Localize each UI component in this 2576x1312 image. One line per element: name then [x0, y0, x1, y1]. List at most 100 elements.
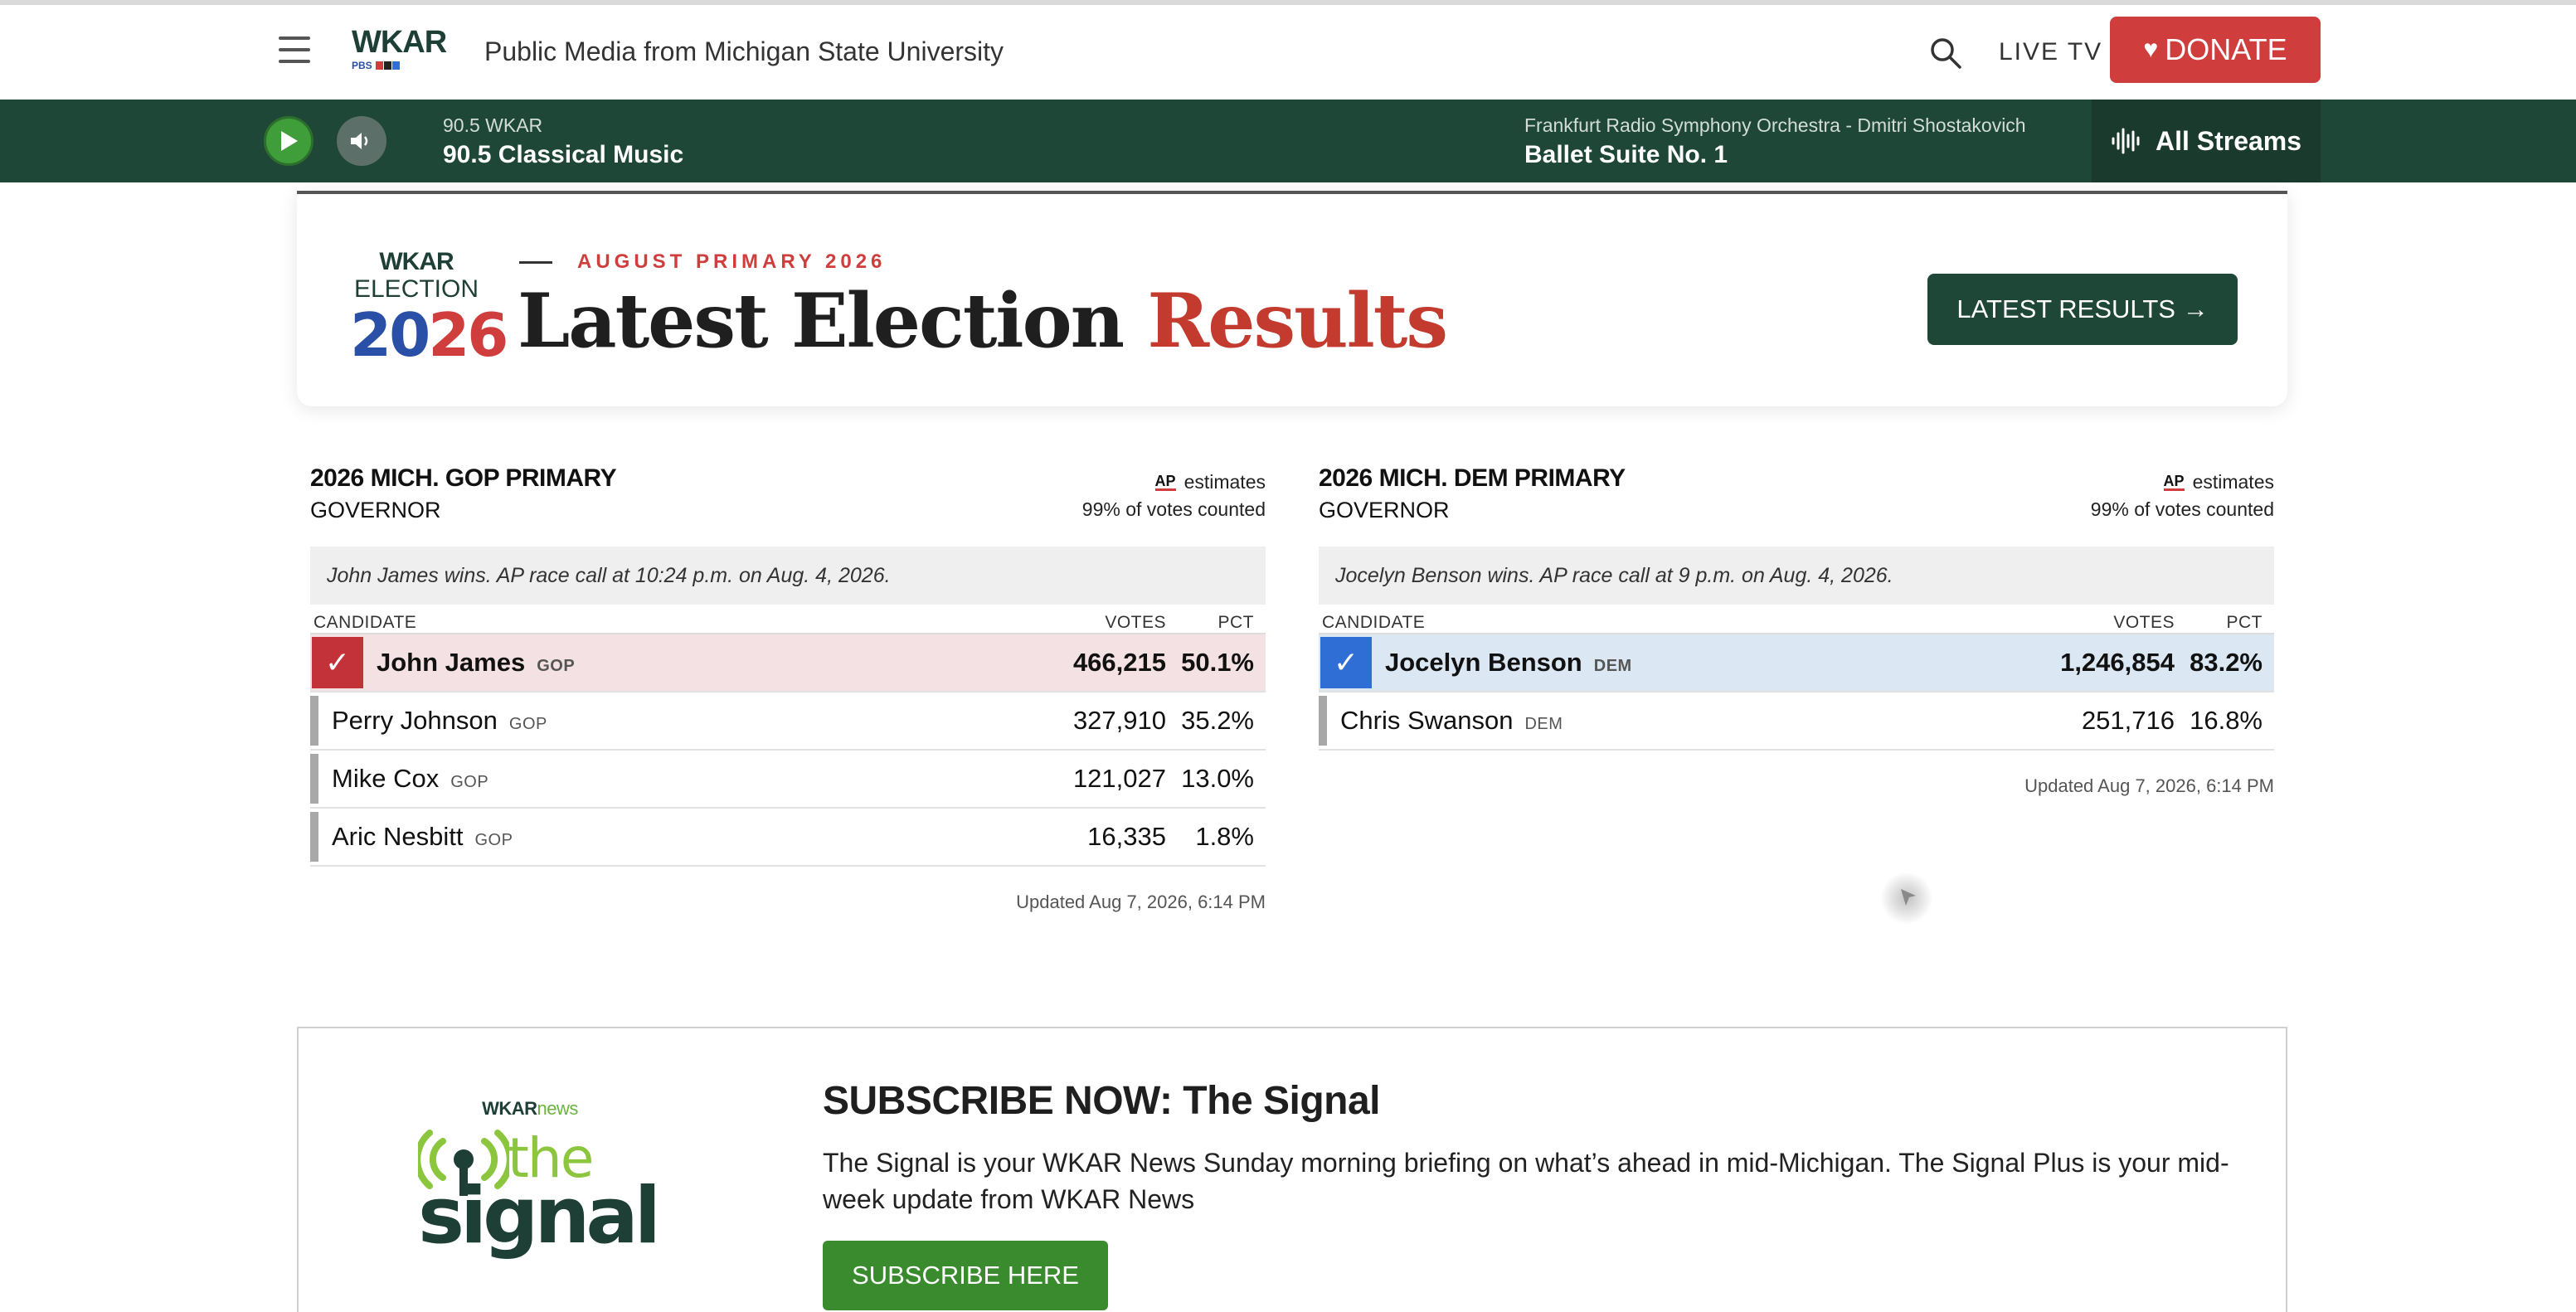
pbs-logo: PBS — [352, 60, 372, 71]
candidate-pct: 35.2% — [1181, 706, 1254, 735]
election-logo-election: ELECTION — [353, 275, 479, 303]
candidate-party: DEM — [1524, 715, 1563, 733]
donate-label: DONATE — [2165, 32, 2287, 66]
candidate-name: Mike Cox — [332, 764, 440, 793]
row-marker — [1319, 696, 1327, 746]
candidate-party: GOP — [450, 773, 489, 791]
donate-button[interactable]: ♥ DONATE — [2110, 17, 2321, 83]
logo-sub: PBS — [352, 60, 443, 71]
all-streams-label: All Streams — [2155, 125, 2302, 156]
ap-estimates-label: estimates — [2192, 471, 2274, 493]
audio-player-bar: 90.5 WKAR 90.5 Classical Music Frankfurt… — [0, 100, 2576, 182]
search-icon[interactable] — [1929, 36, 1962, 70]
candidate-votes: 1,246,854 — [2060, 648, 2175, 677]
site-tagline: Public Media from Michigan State Univers… — [484, 36, 1004, 66]
now-playing-artist: Frankfurt Radio Symphony Orchestra - Dmi… — [1524, 114, 2026, 136]
subscribe-description: The Signal is your WKAR News Sunday morn… — [823, 1148, 2229, 1214]
row-marker — [310, 696, 318, 746]
all-streams-button[interactable]: All Streams — [2092, 100, 2321, 182]
headline-accent: Results — [1147, 277, 1448, 365]
col-candidate: CANDIDATE — [313, 613, 417, 632]
subscribe-button[interactable]: SUBSCRIBE HERE — [823, 1241, 1108, 1310]
row-marker — [310, 754, 318, 804]
col-votes: VOTES — [1105, 613, 1166, 632]
table-row: ✓ John James GOP 466,215 50.1% — [310, 634, 1266, 692]
heart-icon: ♥ — [2143, 36, 2159, 63]
npr-logo-icon — [375, 61, 400, 70]
candidate-party: GOP — [474, 831, 513, 849]
election-logo-wkar: WKAR — [379, 248, 454, 275]
eyebrow-dash — [519, 260, 552, 264]
mouse-cursor-icon — [1881, 872, 1932, 924]
row-marker — [310, 812, 318, 862]
signal-logo-mark: the signal — [418, 1126, 661, 1267]
candidate-party: DEM — [1593, 657, 1632, 675]
col-pct: PCT — [1218, 613, 1254, 632]
candidate-party: GOP — [508, 715, 547, 733]
play-icon — [281, 131, 298, 151]
candidate-pct: 1.8% — [1195, 822, 1254, 851]
ap-logo-icon: AP — [1154, 473, 1176, 491]
station-call-sign: 90.5 WKAR — [443, 114, 543, 136]
subscribe-title: SUBSCRIBE NOW: The Signal — [823, 1079, 1381, 1123]
candidate-votes: 121,027 — [1072, 764, 1166, 793]
candidate-votes: 251,716 — [2081, 706, 2175, 735]
candidate-name: Jocelyn Benson — [1385, 648, 1582, 677]
table-row: Perry Johnson GOP 327,910 35.2% — [310, 692, 1266, 751]
candidate-name: Chris Swanson — [1340, 706, 1514, 735]
banner-headline: Latest Election Results — [518, 277, 1448, 365]
updated-timestamp: Updated Aug 7, 2026, 6:14 PM — [2024, 775, 2274, 796]
live-tv-link[interactable]: LIVE TV — [1999, 38, 2102, 66]
col-pct: PCT — [2226, 613, 2263, 632]
candidate-party: GOP — [537, 657, 576, 675]
ap-estimates: AP estimates 99% of votes counted — [1082, 471, 1266, 521]
banner-eyebrow: AUGUST PRIMARY 2026 — [519, 250, 886, 274]
votes-counted: 99% of votes counted — [1081, 498, 1266, 520]
candidate-pct: 13.0% — [1181, 764, 1254, 793]
wkar-logo[interactable]: WKAR PBS — [352, 25, 447, 76]
updated-timestamp: Updated Aug 7, 2026, 6:14 PM — [1016, 892, 1266, 912]
candidate-name: Perry Johnson — [332, 706, 498, 735]
volume-button[interactable] — [337, 116, 386, 166]
dem-race-table: 2026 MICH. DEM PRIMARY GOVERNOR AP estima… — [1319, 464, 2274, 797]
candidate-votes: 466,215 — [1072, 648, 1166, 677]
the-signal-logo[interactable]: WKARnews the signal — [418, 1098, 661, 1267]
election-logo-year: 2026 — [350, 300, 508, 370]
signal-logo-signal: signal — [418, 1171, 661, 1261]
election-2026-logo: WKAR ELECTION 2026 — [350, 248, 508, 370]
ap-estimates-label: estimates — [1184, 471, 1266, 493]
table-row: ✓ Jocelyn Benson DEM 1,246,854 83.2% — [1319, 634, 2274, 692]
eyebrow-text: AUGUST PRIMARY 2026 — [577, 250, 887, 273]
audio-wave-icon — [2112, 128, 2140, 154]
signal-logo-wkar-news: WKARnews — [482, 1098, 578, 1119]
candidate-name: Aric Nesbitt — [332, 822, 464, 851]
check-icon: ✓ — [1320, 637, 1372, 688]
volume-icon — [351, 133, 368, 149]
now-playing-title: Ballet Suite No. 1 — [1524, 141, 1728, 168]
hamburger-menu-icon[interactable] — [279, 36, 312, 65]
race-call-note: Jocelyn Benson wins. AP race call at 9 p… — [1319, 547, 2274, 605]
col-candidate: CANDIDATE — [1322, 613, 1426, 632]
table-row: Mike Cox GOP 121,027 13.0% — [310, 751, 1266, 809]
table-row: Chris Swanson DEM 251,716 16.8% — [1319, 692, 2274, 751]
col-votes: VOTES — [2113, 613, 2175, 632]
table-row: Aric Nesbitt GOP 16,335 1.8% — [310, 809, 1266, 867]
latest-results-button[interactable]: LATEST RESULTS → — [1927, 274, 2238, 345]
candidate-votes: 16,335 — [1087, 822, 1166, 851]
candidate-pct: 50.1% — [1181, 648, 1254, 677]
site-header: WKAR PBS Public Media from Michigan Stat… — [0, 5, 2576, 100]
candidate-pct: 83.2% — [2190, 648, 2263, 677]
ap-estimates: AP estimates 99% of votes counted — [2091, 471, 2274, 521]
table-header: CANDIDATE VOTES PCT — [310, 605, 1266, 634]
candidate-pct: 16.8% — [2190, 706, 2263, 735]
play-button[interactable] — [264, 116, 313, 166]
ap-logo-icon: AP — [2163, 473, 2185, 491]
race-call-note: John James wins. AP race call at 10:24 p… — [310, 547, 1266, 605]
election-banner: WKAR ELECTION 2026 AUGUST PRIMARY 2026 L… — [297, 191, 2287, 406]
station-name: 90.5 Classical Music — [443, 141, 684, 168]
candidate-votes: 327,910 — [1072, 706, 1166, 735]
table-header: CANDIDATE VOTES PCT — [1319, 605, 2274, 634]
subscribe-promo: WKARnews the signal SUBSCRIBE NOW: The S… — [297, 1027, 2287, 1312]
logo-wordmark: WKAR — [352, 25, 447, 60]
candidate-name: John James — [377, 648, 526, 677]
